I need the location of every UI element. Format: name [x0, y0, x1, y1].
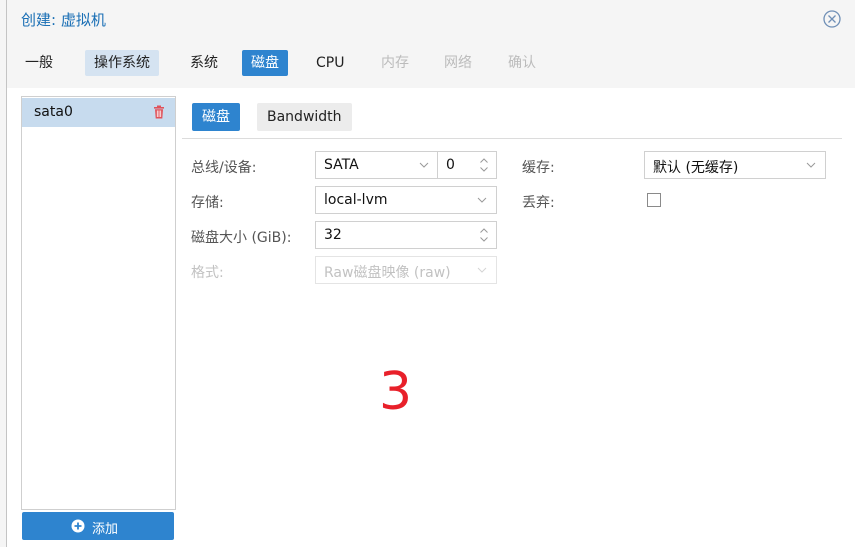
disk-item-label: sata0 [34, 104, 73, 120]
bus-value: SATA [324, 157, 359, 173]
tab-disks[interactable]: 磁盘 [242, 50, 288, 76]
add-disk-button[interactable]: 添加 [22, 512, 174, 540]
tab-memory: 内存 [381, 55, 409, 71]
tab-general[interactable]: 一般 [16, 50, 62, 76]
tab-confirm: 确认 [508, 55, 536, 71]
wizard-tabbar: 一般 操作系统 系统 磁盘 CPU 内存 网络 确认 [7, 38, 855, 88]
storage-label: 存储: [191, 195, 224, 211]
disk-size-spinner[interactable]: 32 [315, 221, 497, 249]
chevron-down-icon [419, 162, 429, 168]
cache-label: 缓存: [522, 160, 555, 176]
tab-network: 网络 [444, 55, 472, 71]
tab-os[interactable]: 操作系统 [85, 50, 159, 76]
cache-select[interactable]: 默认 (无缓存) [644, 151, 826, 179]
disk-size-value: 32 [324, 227, 342, 243]
inner-tab-divider [182, 138, 842, 139]
storage-value: local-lvm [324, 192, 388, 208]
bus-device-label: 总线/设备: [191, 160, 257, 176]
chevron-down-icon [477, 267, 487, 273]
device-number-spinner[interactable]: 0 [437, 151, 497, 179]
device-number-value: 0 [446, 157, 455, 173]
bus-select[interactable]: SATA [315, 151, 439, 179]
format-select: Raw磁盘映像 (raw) [315, 256, 497, 284]
close-icon[interactable] [823, 10, 841, 28]
dialog-title: 创建: 虚拟机 [21, 11, 106, 29]
discard-checkbox[interactable] [647, 193, 661, 207]
annotation-number: 3 [379, 362, 413, 422]
spinner-arrows-icon[interactable] [479, 226, 489, 244]
discard-label: 丢弃: [522, 195, 555, 211]
disk-size-label: 磁盘大小 (GiB): [191, 230, 292, 246]
tab-bandwidth[interactable]: Bandwidth [257, 103, 352, 131]
format-value: Raw磁盘映像 (raw) [324, 265, 451, 281]
disk-list-item-sata0[interactable]: sata0 [22, 98, 175, 127]
create-vm-dialog: 创建: 虚拟机 一般 操作系统 系统 磁盘 CPU 内存 网络 确认 sata0 [6, 0, 855, 547]
add-disk-label: 添加 [92, 522, 119, 537]
tab-cpu[interactable]: CPU [307, 50, 353, 76]
disk-list-panel: sata0 [21, 96, 176, 510]
plus-circle-icon [71, 519, 85, 533]
dialog-titlebar: 创建: 虚拟机 [7, 0, 855, 39]
storage-select[interactable]: local-lvm [315, 186, 497, 214]
trash-icon[interactable] [153, 105, 165, 119]
chevron-down-icon [477, 197, 487, 203]
cache-value: 默认 (无缓存) [653, 160, 739, 176]
tab-disk[interactable]: 磁盘 [192, 103, 240, 131]
format-label: 格式: [191, 265, 224, 281]
spinner-arrows-icon[interactable] [479, 156, 489, 174]
chevron-down-icon [806, 162, 816, 168]
tab-system[interactable]: 系统 [181, 50, 227, 76]
